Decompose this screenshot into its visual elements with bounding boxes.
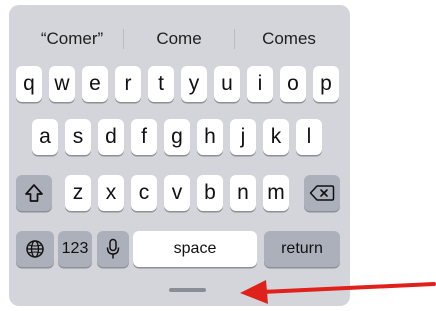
key-z[interactable]: z	[65, 175, 91, 211]
key-o[interactable]: o	[280, 66, 306, 102]
key-c[interactable]: c	[131, 175, 157, 211]
numbers-key[interactable]: 123	[58, 231, 92, 267]
suggestion-2[interactable]: Come	[124, 19, 234, 59]
key-w[interactable]: w	[49, 66, 75, 102]
key-s[interactable]: s	[65, 119, 91, 155]
key-b[interactable]: b	[197, 175, 223, 211]
key-x[interactable]: x	[98, 175, 124, 211]
delete-icon	[309, 185, 335, 201]
key-a[interactable]: a	[32, 119, 58, 155]
space-key[interactable]: space	[133, 231, 257, 267]
key-m[interactable]: m	[263, 175, 289, 211]
key-i[interactable]: i	[247, 66, 273, 102]
key-f[interactable]: f	[131, 119, 157, 155]
key-n[interactable]: n	[230, 175, 256, 211]
key-d[interactable]: d	[98, 119, 124, 155]
key-e[interactable]: e	[82, 66, 108, 102]
key-q[interactable]: q	[16, 66, 42, 102]
shift-key[interactable]	[16, 175, 52, 211]
key-t[interactable]: t	[148, 66, 174, 102]
key-g[interactable]: g	[164, 119, 190, 155]
suggestion-3[interactable]: Comes	[235, 19, 343, 59]
suggestion-bar: “Comer” Come Comes	[9, 19, 350, 59]
return-key[interactable]: return	[264, 231, 340, 267]
key-k[interactable]: k	[263, 119, 289, 155]
key-j[interactable]: j	[230, 119, 256, 155]
shift-icon	[25, 184, 43, 202]
suggestion-1[interactable]: “Comer”	[21, 19, 123, 59]
globe-key[interactable]	[16, 231, 54, 267]
dictation-key[interactable]	[97, 231, 129, 267]
home-indicator[interactable]	[169, 288, 206, 292]
key-p[interactable]: p	[313, 66, 339, 102]
key-v[interactable]: v	[164, 175, 190, 211]
key-l[interactable]: l	[296, 119, 322, 155]
key-h[interactable]: h	[197, 119, 223, 155]
delete-key[interactable]	[304, 175, 340, 211]
key-u[interactable]: u	[214, 66, 240, 102]
microphone-icon	[106, 238, 120, 259]
key-y[interactable]: y	[181, 66, 207, 102]
ios-keyboard: “Comer” Come Comes q w e r t y u i o p a…	[9, 5, 350, 306]
key-r[interactable]: r	[115, 66, 141, 102]
globe-icon	[26, 240, 44, 258]
